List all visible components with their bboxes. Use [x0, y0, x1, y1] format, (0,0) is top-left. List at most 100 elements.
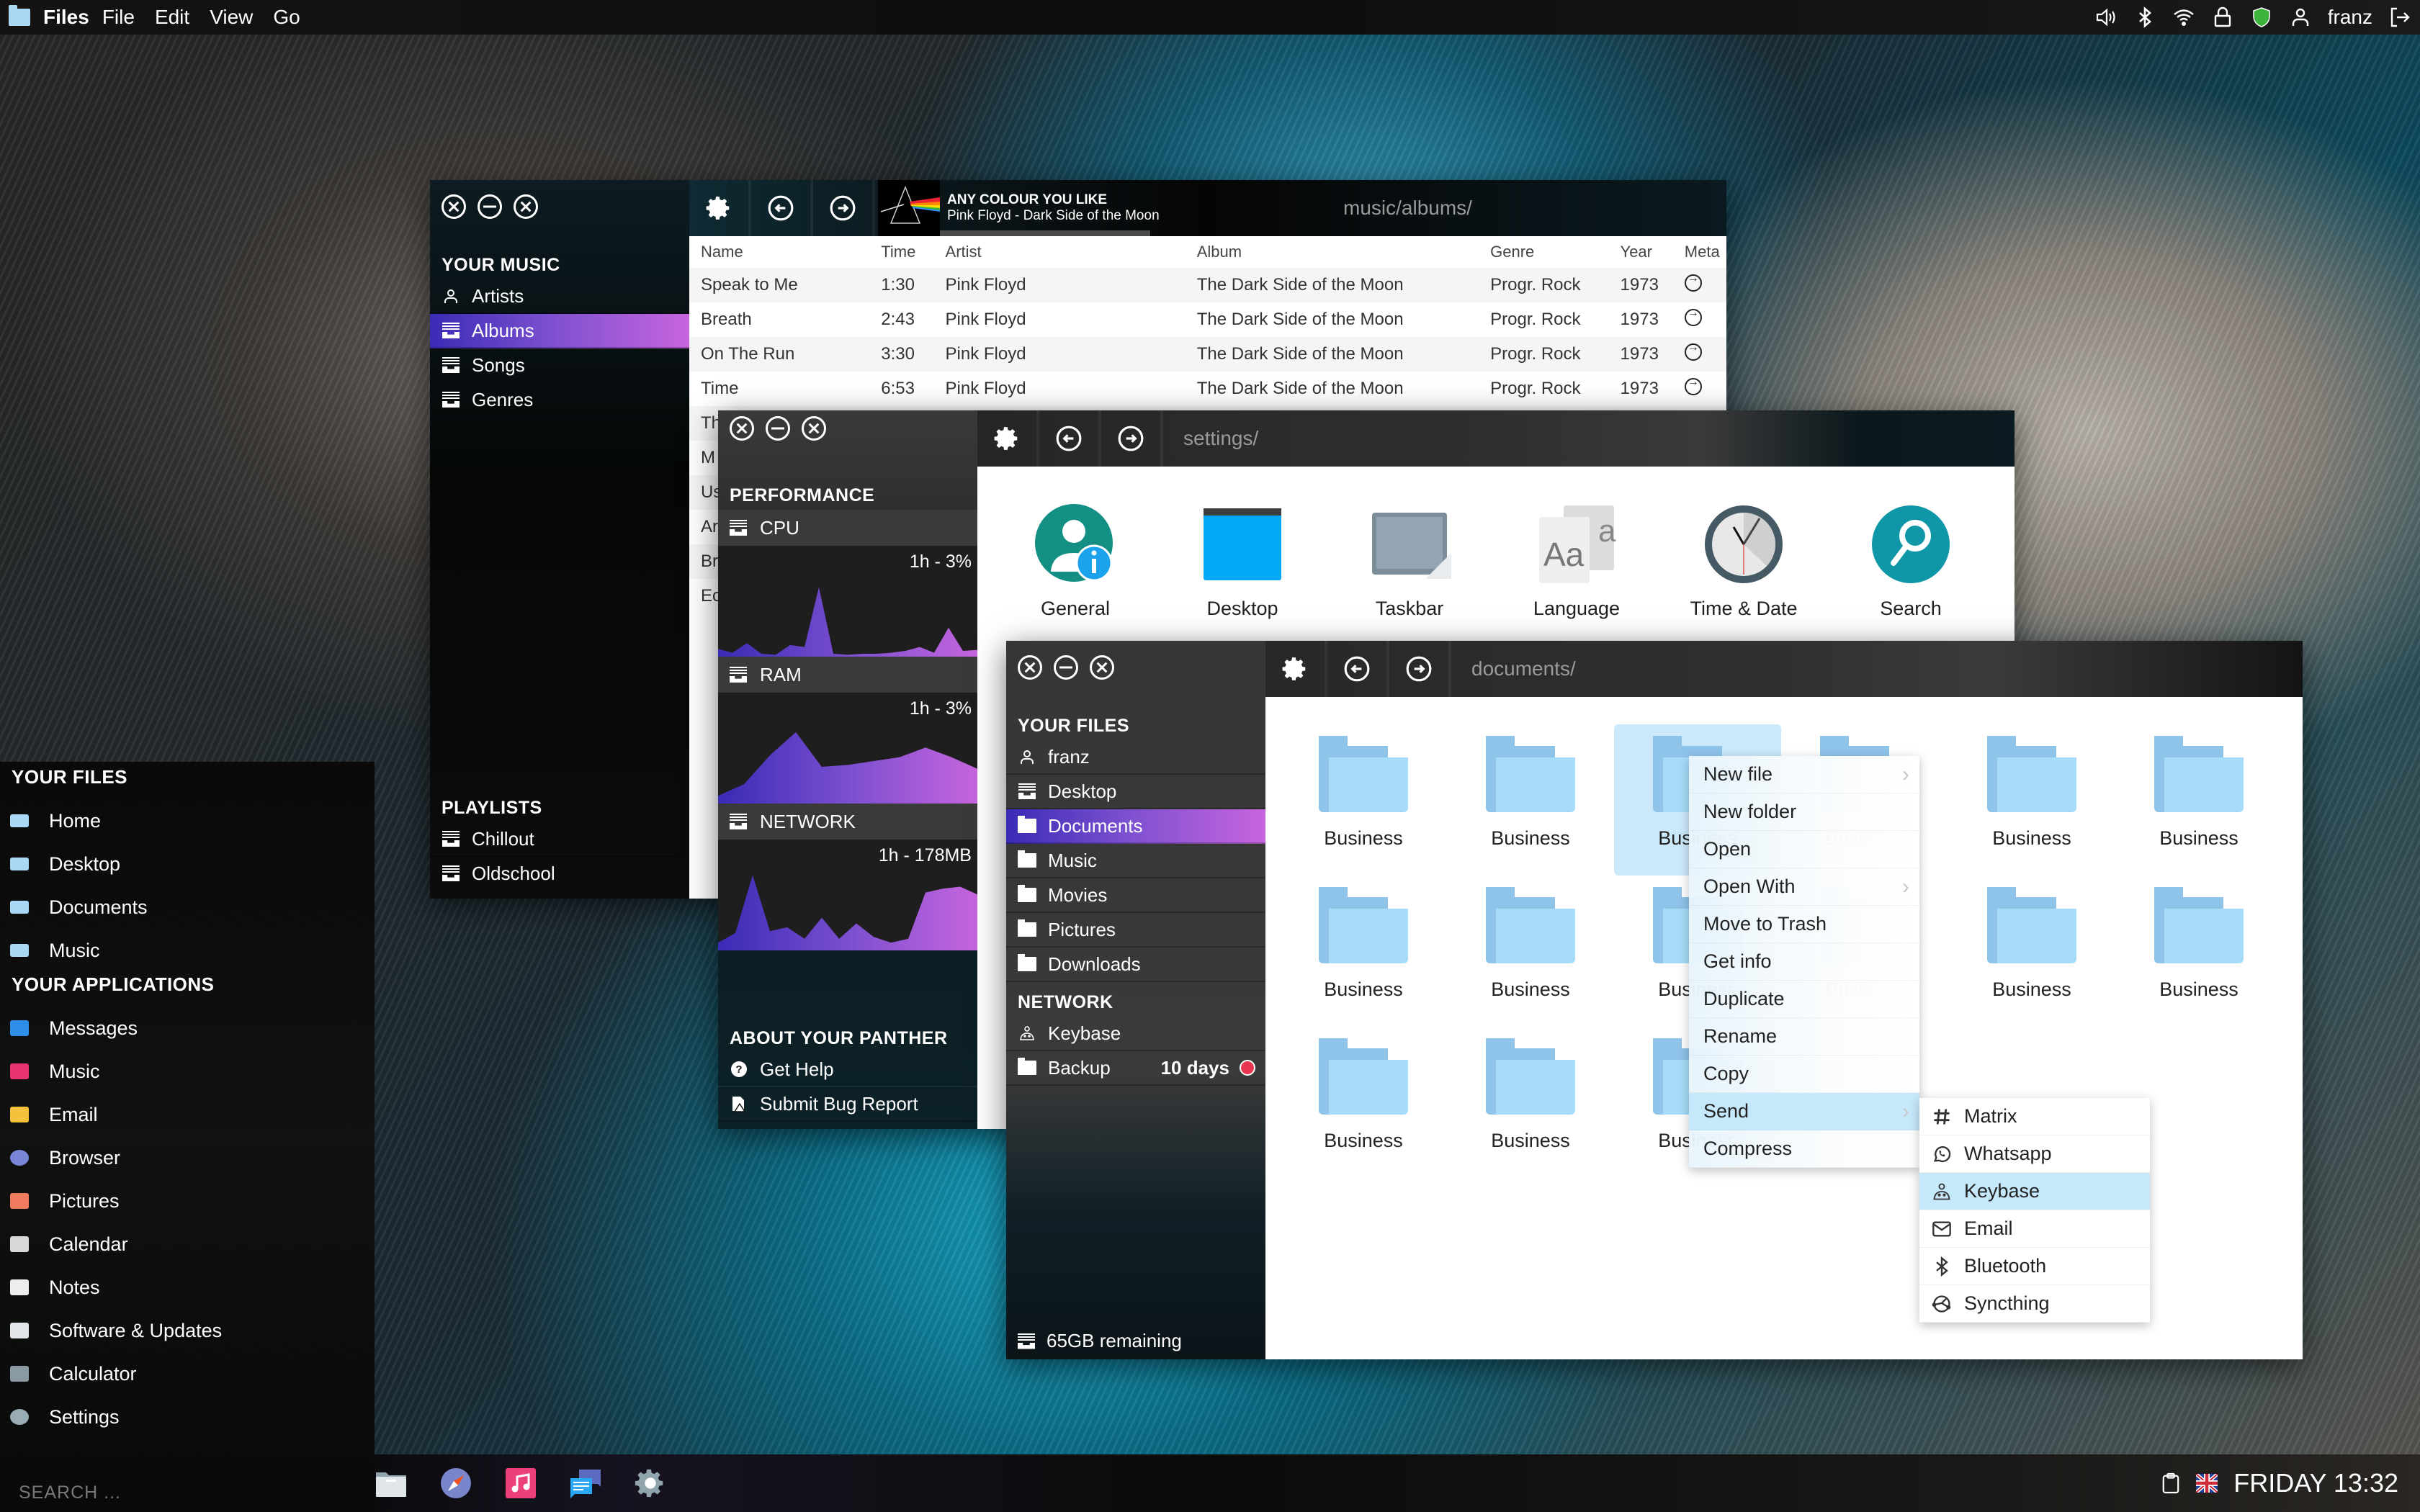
username[interactable]: franz: [2328, 6, 2372, 29]
folder-item[interactable]: Business: [1948, 724, 2115, 876]
volume-icon[interactable]: [2094, 6, 2118, 29]
sidebar-item-documents[interactable]: Documents: [1006, 809, 1265, 844]
folder-item[interactable]: Business: [1280, 724, 1447, 876]
maximize-button[interactable]: [1090, 655, 1114, 680]
settings-button[interactable]: [977, 410, 1039, 467]
sidebar-item-franz[interactable]: franz: [1006, 740, 1265, 775]
dock-settings[interactable]: [634, 1467, 667, 1500]
send-to-whatsapp[interactable]: Whatsapp: [1919, 1135, 2150, 1173]
launcher-app-messages[interactable]: Messages: [0, 1007, 375, 1050]
sidebar-item-albums[interactable]: Albums: [430, 314, 689, 348]
menu-item-compress[interactable]: Compress: [1689, 1130, 1919, 1168]
launcher-app-email[interactable]: Email: [0, 1093, 375, 1136]
menu-item-move-to-trash[interactable]: Move to Trash: [1689, 906, 1919, 943]
settings-desktop[interactable]: Desktop: [1159, 467, 1326, 654]
launcher-app-calendar[interactable]: Calendar: [0, 1223, 375, 1266]
folder-item[interactable]: Business: [1280, 876, 1447, 1027]
forward-button[interactable]: [1101, 410, 1163, 467]
send-to-matrix[interactable]: Matrix: [1919, 1098, 2150, 1135]
folder-item[interactable]: Business: [1948, 876, 2115, 1027]
uk-flag-icon[interactable]: [2196, 1474, 2218, 1493]
table-row[interactable]: Breath 2:43 Pink Floyd The Dark Side of the…: [689, 302, 1726, 337]
settings-taskbar[interactable]: Taskbar: [1326, 467, 1493, 654]
dock-messages[interactable]: [569, 1467, 602, 1500]
back-button[interactable]: [1327, 641, 1389, 697]
sidebar-item-pictures[interactable]: Pictures: [1006, 913, 1265, 948]
track-progress-bar[interactable]: [940, 230, 1322, 236]
launcher-search-input[interactable]: SEARCH ...: [19, 1482, 121, 1503]
folder-item[interactable]: Business: [2115, 876, 2282, 1027]
sidebar-item-artists[interactable]: Artists: [430, 279, 689, 314]
launcher-file-music[interactable]: Music: [0, 929, 375, 972]
table-row[interactable]: Speak to Me 1:30 Pink Floyd The Dark Side o…: [689, 268, 1726, 302]
send-to-bluetooth[interactable]: Bluetooth: [1919, 1248, 2150, 1285]
forward-button[interactable]: [1389, 641, 1451, 697]
path-field[interactable]: music/albums/: [1322, 180, 1725, 236]
col-genre[interactable]: Genre: [1490, 243, 1620, 261]
folder-item[interactable]: Business: [1280, 1027, 1447, 1178]
dock-music[interactable]: [504, 1467, 537, 1500]
settings-search[interactable]: Search: [1827, 467, 1994, 654]
table-row[interactable]: On The Run 3:30 Pink Floyd The Dark Side of…: [689, 337, 1726, 372]
get-help-item[interactable]: ? Get Help: [718, 1053, 977, 1087]
folder-item[interactable]: Business: [1447, 724, 1614, 876]
minimize-button[interactable]: [478, 194, 502, 219]
settings-time-date[interactable]: Time & Date: [1660, 467, 1827, 654]
menu-item-open[interactable]: Open: [1689, 831, 1919, 868]
maximize-button[interactable]: [514, 194, 538, 219]
col-time[interactable]: Time: [881, 243, 945, 261]
send-to-syncthing[interactable]: Syncthing: [1919, 1285, 2150, 1323]
bluetooth-icon[interactable]: [2133, 6, 2156, 29]
maximize-button[interactable]: [802, 416, 826, 441]
network-item-keybase[interactable]: Keybase: [1006, 1017, 1265, 1051]
launcher-app-notes[interactable]: Notes: [0, 1266, 375, 1309]
menu-item-new-file[interactable]: New file ›: [1689, 756, 1919, 793]
menu-edit[interactable]: Edit: [155, 6, 189, 29]
menu-item-open-with[interactable]: Open With ›: [1689, 868, 1919, 906]
send-to-email[interactable]: Email: [1919, 1210, 2150, 1248]
launcher-file-home[interactable]: Home: [0, 799, 375, 842]
menu-view[interactable]: View: [210, 6, 253, 29]
perf-section-network[interactable]: NETWORK: [718, 804, 977, 840]
sidebar-item-movies[interactable]: Movies: [1006, 878, 1265, 913]
folder-item[interactable]: Business: [1447, 1027, 1614, 1178]
submit-bug-report-item[interactable]: Submit Bug Report: [718, 1087, 977, 1122]
launcher-app-music[interactable]: Music: [0, 1050, 375, 1093]
sidebar-item-desktop[interactable]: Desktop: [1006, 775, 1265, 809]
lock-icon[interactable]: [2211, 6, 2234, 29]
launcher-app-browser[interactable]: Browser: [0, 1136, 375, 1179]
settings-button[interactable]: [689, 180, 751, 236]
send-to-keybase[interactable]: Keybase: [1919, 1173, 2150, 1210]
menu-item-send[interactable]: Send ›: [1689, 1093, 1919, 1130]
col-meta[interactable]: Meta: [1685, 243, 1726, 261]
meta-arrow-icon[interactable]: [1684, 376, 1702, 395]
shield-icon[interactable]: [2250, 6, 2273, 29]
settings-button[interactable]: [1265, 641, 1327, 697]
close-button[interactable]: [442, 194, 466, 219]
launcher-file-documents[interactable]: Documents: [0, 886, 375, 929]
menu-item-copy[interactable]: Copy: [1689, 1056, 1919, 1093]
col-album[interactable]: Album: [1197, 243, 1490, 261]
menu-item-get-info[interactable]: Get info: [1689, 943, 1919, 981]
menu-item-new-folder[interactable]: New folder: [1689, 793, 1919, 831]
perf-section-ram[interactable]: RAM: [718, 657, 977, 693]
minimize-button[interactable]: [1054, 655, 1078, 680]
perf-section-cpu[interactable]: CPU: [718, 510, 977, 546]
col-name[interactable]: Name: [701, 243, 881, 261]
settings-general[interactable]: General: [992, 467, 1159, 654]
launcher-app-pictures[interactable]: Pictures: [0, 1179, 375, 1223]
col-artist[interactable]: Artist: [946, 243, 1197, 261]
now-playing[interactable]: ANY COLOUR YOU LIKE Pink Floyd - Dark Si…: [875, 180, 1322, 236]
settings-language[interactable]: a Aa Language: [1493, 467, 1660, 654]
close-button[interactable]: [730, 416, 754, 441]
sidebar-item-genres[interactable]: Genres: [430, 383, 689, 418]
launcher-file-desktop[interactable]: Desktop: [0, 842, 375, 886]
forward-button[interactable]: [813, 180, 875, 236]
sidebar-item-music[interactable]: Music: [1006, 844, 1265, 878]
menu-item-duplicate[interactable]: Duplicate: [1689, 981, 1919, 1018]
menu-file[interactable]: File: [102, 6, 135, 29]
folder-item[interactable]: Business: [1447, 876, 1614, 1027]
menu-go[interactable]: Go: [273, 6, 300, 29]
network-item-backup[interactable]: Backup 10 days: [1006, 1051, 1265, 1086]
sidebar-item-songs[interactable]: Songs: [430, 348, 689, 383]
